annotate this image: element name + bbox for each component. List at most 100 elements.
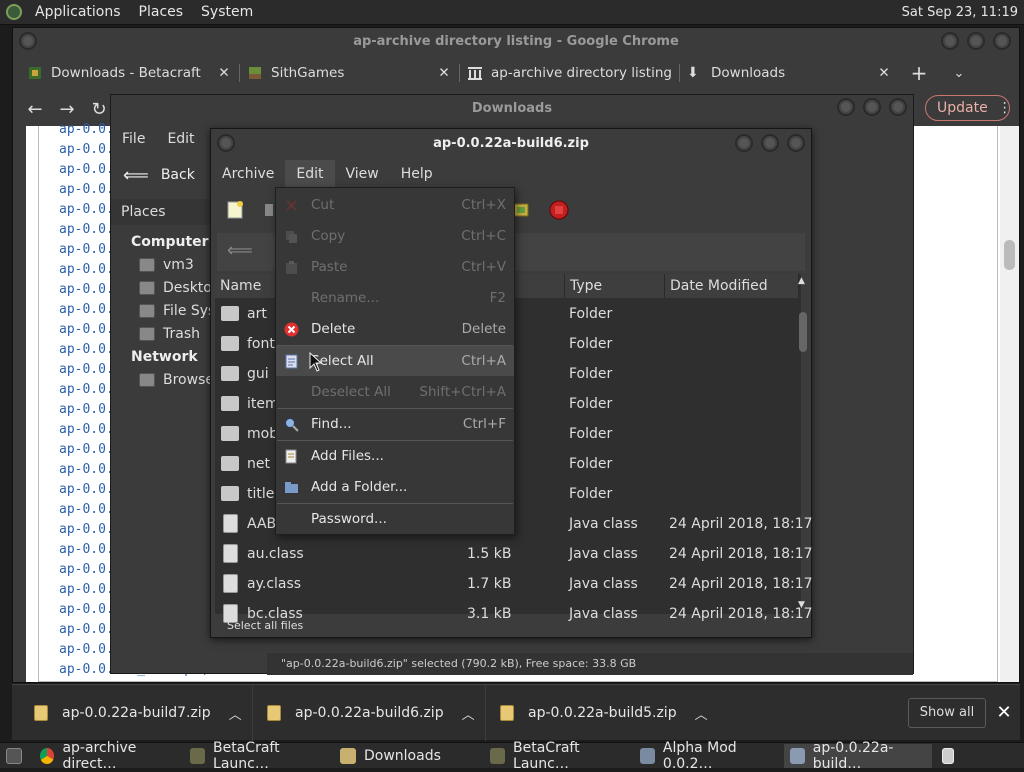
menu-archive[interactable]: Archive bbox=[211, 160, 285, 188]
back-arrow-icon[interactable]: ← bbox=[23, 98, 47, 122]
new-tab-icon[interactable]: + bbox=[899, 61, 939, 85]
listing-link[interactable]: ap-0.0. bbox=[59, 642, 114, 657]
tab-betacraft[interactable]: Downloads - Betacraft ✕ bbox=[19, 58, 239, 88]
chevron-up-icon[interactable]: ︿ bbox=[229, 704, 242, 723]
listing-link[interactable]: ap-0.0. bbox=[59, 562, 114, 577]
menu-item-password[interactable]: Password... bbox=[276, 504, 514, 534]
system-menu[interactable]: System bbox=[192, 0, 262, 25]
menu-item-paste[interactable]: Paste Ctrl+V bbox=[276, 252, 514, 282]
workspace-switcher[interactable] bbox=[936, 744, 962, 768]
places-menu[interactable]: Places bbox=[130, 0, 193, 25]
sidebar-item-desktop[interactable]: Desktop bbox=[139, 280, 221, 296]
minimize-button[interactable] bbox=[735, 134, 753, 152]
tab-search-icon[interactable]: ⌄ bbox=[939, 66, 979, 81]
menu-file[interactable]: File bbox=[111, 125, 156, 153]
menu-item-add-files[interactable]: Add Files... bbox=[276, 441, 514, 471]
clock[interactable]: Sat Sep 23, 11:19 bbox=[902, 0, 1018, 25]
listing-link[interactable]: ap-0.0. bbox=[59, 122, 114, 137]
listing-link[interactable]: ap-0.0. bbox=[59, 582, 114, 597]
tab-downloads[interactable]: ⬇ Downloads ✕ bbox=[679, 58, 899, 88]
taskbar-item-chrome[interactable]: ap-archive direct… bbox=[34, 740, 182, 772]
listing-link[interactable]: ap-0.0. bbox=[59, 382, 114, 397]
page-scrollbar[interactable] bbox=[1000, 126, 1019, 682]
chevron-up-icon[interactable]: ︿ bbox=[695, 704, 708, 723]
listing-link[interactable]: ap-0.0. bbox=[59, 222, 114, 237]
listing-link[interactable]: ap-0.0. bbox=[59, 322, 114, 337]
maximize-button[interactable] bbox=[863, 98, 881, 116]
listing-link[interactable]: ap-0.0. bbox=[59, 442, 114, 457]
back-arrow-icon[interactable]: ⟸ bbox=[227, 240, 253, 261]
listing-link[interactable]: ap-0.0. bbox=[59, 342, 114, 357]
applications-menu[interactable]: Applications bbox=[26, 0, 130, 25]
listing-link[interactable]: ap-0.0. bbox=[59, 202, 114, 217]
menu-item-delete[interactable]: Delete Delete bbox=[276, 314, 514, 344]
menu-item-cut[interactable]: Cut Ctrl+X bbox=[276, 190, 514, 220]
close-tab-icon[interactable]: ✕ bbox=[217, 65, 231, 81]
download-item-build5[interactable]: ap-0.0.22a-build5.zip ︿ bbox=[500, 685, 708, 741]
download-item-build6[interactable]: ap-0.0.22a-build6.zip ︿ bbox=[267, 685, 475, 741]
system-logo-icon[interactable] bbox=[6, 4, 22, 20]
scroll-up-icon[interactable]: ▲ bbox=[798, 276, 805, 286]
stop-icon[interactable] bbox=[549, 200, 569, 220]
close-button[interactable] bbox=[787, 134, 805, 152]
listing-link[interactable]: ap-0.0. bbox=[59, 462, 114, 477]
taskbar-item-downloads[interactable]: Downloads bbox=[334, 744, 482, 768]
table-row[interactable]: au.class 1.5 kB Java class 24 April 2018, 1… bbox=[215, 539, 813, 569]
column-header-type[interactable]: Type bbox=[565, 274, 665, 298]
listing-link[interactable]: ap-0.0. bbox=[59, 542, 114, 557]
listing-link[interactable]: ap-0.0. bbox=[59, 522, 114, 537]
listing-link[interactable]: ap-0.0. bbox=[59, 602, 114, 617]
show-all-button[interactable]: Show all bbox=[908, 698, 986, 728]
menu-item-copy[interactable]: Copy Ctrl+C bbox=[276, 221, 514, 251]
listing-link[interactable]: ap-0.0. bbox=[59, 262, 114, 277]
sidebar-item-vm3[interactable]: vm3 bbox=[139, 257, 194, 273]
sidebar-item-filesystem[interactable]: File Syst bbox=[139, 303, 221, 319]
maximize-button[interactable] bbox=[967, 32, 985, 50]
listing-link[interactable]: ap-0.0. bbox=[59, 502, 114, 517]
taskbar-item-betacraft-1[interactable]: BetaCraft Launc… bbox=[184, 740, 332, 772]
listing-link[interactable]: ap-0.0. bbox=[59, 302, 114, 317]
scroll-down-icon[interactable]: ▼ bbox=[798, 600, 805, 610]
minimize-button[interactable] bbox=[837, 98, 855, 116]
menu-view[interactable]: View bbox=[335, 160, 390, 188]
more-options-icon[interactable]: ⋮ bbox=[998, 100, 1012, 116]
menu-item-find[interactable]: Find... Ctrl+F bbox=[276, 409, 514, 439]
taskbar-item-archive-manager[interactable]: ap-0.0.22a-build… bbox=[784, 740, 932, 772]
tab-sithgames[interactable]: SithGames ✕ bbox=[239, 58, 459, 88]
menu-item-rename[interactable]: Rename... F2 bbox=[276, 283, 514, 313]
listing-link[interactable]: ap-0.0. bbox=[59, 282, 114, 297]
listing-link[interactable]: ap-0.0. bbox=[59, 182, 114, 197]
forward-arrow-icon[interactable]: → bbox=[55, 98, 79, 122]
back-button[interactable]: ⟸ Back bbox=[111, 157, 211, 193]
minimize-button[interactable] bbox=[941, 32, 959, 50]
maximize-button[interactable] bbox=[761, 134, 779, 152]
listing-link[interactable]: ap-0.0. bbox=[59, 482, 114, 497]
update-button[interactable]: Update ⋮ bbox=[925, 95, 1012, 121]
file-list-scrollbar[interactable]: ▲ ▼ bbox=[797, 274, 809, 614]
chevron-up-icon[interactable]: ︿ bbox=[462, 704, 475, 723]
taskbar-item-betacraft-2[interactable]: BetaCraft Launc… bbox=[484, 740, 632, 772]
scrollbar-thumb[interactable] bbox=[1004, 240, 1015, 270]
menu-edit[interactable]: Edit bbox=[285, 160, 335, 188]
listing-link[interactable]: ap-0.0. bbox=[59, 422, 114, 437]
sidebar-item-trash[interactable]: Trash bbox=[139, 326, 200, 342]
open-archive-icon[interactable] bbox=[263, 200, 273, 220]
listing-link[interactable]: ap-0.0. bbox=[59, 142, 114, 157]
new-archive-icon[interactable] bbox=[225, 200, 245, 220]
menu-edit[interactable]: Edit bbox=[156, 125, 205, 153]
reload-icon[interactable]: ↻ bbox=[87, 98, 111, 122]
column-header-date[interactable]: Date Modified bbox=[665, 274, 799, 298]
listing-link[interactable]: ap-0.0. bbox=[59, 242, 114, 257]
menu-item-deselect-all[interactable]: Deselect All Shift+Ctrl+A bbox=[276, 377, 514, 407]
menu-item-add-a-folder[interactable]: Add a Folder... bbox=[276, 472, 514, 502]
close-tab-icon[interactable]: ✕ bbox=[437, 65, 451, 81]
table-row[interactable]: ay.class 1.7 kB Java class 24 April 2018, 1… bbox=[215, 569, 813, 599]
sidebar-places-header[interactable]: Places bbox=[111, 199, 211, 225]
listing-link[interactable]: ap-0.0. bbox=[59, 162, 114, 177]
close-downloads-bar-icon[interactable]: ✕ bbox=[992, 698, 1016, 728]
close-button[interactable] bbox=[889, 98, 907, 116]
menu-help[interactable]: Help bbox=[390, 160, 444, 188]
scrollbar-thumb[interactable] bbox=[799, 312, 807, 352]
listing-link[interactable]: ap-0.0. bbox=[59, 622, 114, 637]
show-desktop-icon[interactable] bbox=[0, 744, 30, 768]
